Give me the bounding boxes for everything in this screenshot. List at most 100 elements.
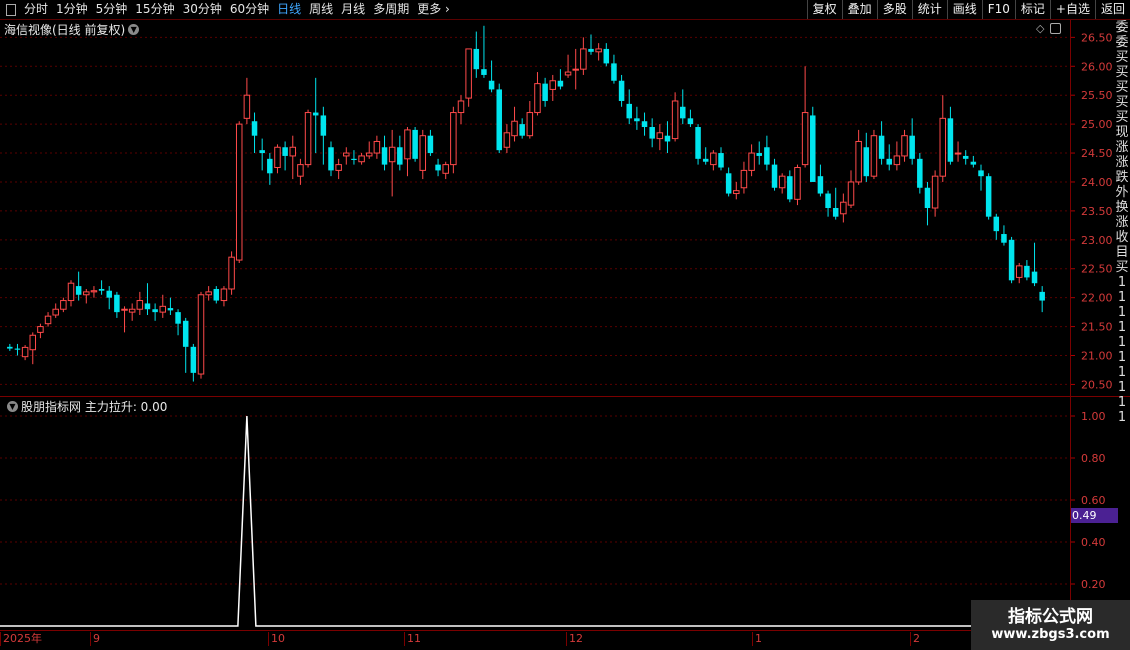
candle-body <box>855 140 862 183</box>
info-strip-char: 目 <box>1115 245 1129 260</box>
period-tabs: 分时 1分钟 5分钟 15分钟 30分钟 60分钟 日线 周线 月线 多周期 更多 › <box>0 0 454 19</box>
candle-body <box>98 288 105 291</box>
tab-period-7[interactable]: 周线 <box>305 0 337 19</box>
tab-period-1[interactable]: 1分钟 <box>52 0 92 19</box>
info-strip-char: 买 <box>1115 50 1129 65</box>
y-tick-label: 21.50 <box>1081 321 1113 334</box>
toolbar-button-5[interactable]: F10 <box>981 0 1015 19</box>
tab-period-6[interactable]: 日线 <box>273 0 305 19</box>
tab-period-2[interactable]: 5分钟 <box>92 0 132 19</box>
candle-body <box>618 80 625 101</box>
info-strip-char: 外 <box>1115 185 1129 200</box>
toolbar-button-4[interactable]: 画线 <box>946 0 982 19</box>
candle-body <box>603 48 610 64</box>
candle-body <box>519 124 525 136</box>
candle-body <box>435 164 441 171</box>
toolbar-button-8[interactable]: 返回 <box>1094 0 1130 19</box>
tab-period-3[interactable]: 15分钟 <box>131 0 178 19</box>
candle-body <box>496 89 502 151</box>
info-strip-char: 买 <box>1115 65 1129 80</box>
candle-body <box>52 308 59 316</box>
candle-body <box>419 135 427 171</box>
candle-body <box>595 48 602 53</box>
candle-body <box>756 153 762 156</box>
candle-body <box>671 100 679 140</box>
candle-body <box>962 155 969 159</box>
candle-body <box>664 135 671 142</box>
toolbar-button-1[interactable]: 叠加 <box>841 0 877 19</box>
y-tick-label: 0.60 <box>1081 494 1106 507</box>
info-strip-char: 收 <box>1115 230 1129 245</box>
y-tick-label: 25.00 <box>1081 118 1113 131</box>
y-tick-label: 1.00 <box>1081 410 1106 423</box>
date-label: 2025年 <box>0 632 42 646</box>
candle-body <box>572 68 579 71</box>
right-info-strip: 委委买买买买买现涨涨跌外换涨收目买1111111111 <box>1114 20 1130 630</box>
candle-body <box>588 48 594 52</box>
toolbar-button-2[interactable]: 多股 <box>876 0 912 19</box>
y-tick-label: 0.40 <box>1081 536 1106 549</box>
candle-body <box>1024 265 1030 278</box>
date-label: 11 <box>404 632 421 646</box>
candle-body <box>128 308 136 313</box>
toolbar-button-0[interactable]: 复权 <box>806 0 842 19</box>
candlestick-chart[interactable] <box>0 20 1070 396</box>
candle-body <box>970 161 977 165</box>
y-tick-label: 23.50 <box>1081 205 1113 218</box>
tab-period-5[interactable]: 60分钟 <box>226 0 273 19</box>
date-label: 10 <box>268 632 285 646</box>
price-axis: 26.50 26.00 25.50 25.00 24.50 24.00 23.50 23.00… <box>1071 31 1113 391</box>
tab-period-0[interactable]: 分时 <box>20 0 52 19</box>
candle-body <box>580 48 587 70</box>
candle-body <box>412 129 418 159</box>
toolbar-button-6[interactable]: 标记 <box>1014 0 1050 19</box>
candle-body <box>44 315 52 325</box>
window-icon[interactable] <box>6 3 16 16</box>
candle-body <box>778 175 786 189</box>
candle-body <box>351 158 357 160</box>
candle-body <box>488 80 495 90</box>
candle-body <box>626 103 632 119</box>
tab-period-10[interactable]: 更多 › <box>413 0 454 19</box>
candle-body <box>801 112 809 166</box>
y-tick-label: 21.00 <box>1081 350 1113 363</box>
candle-body <box>358 155 365 163</box>
candle-body <box>817 176 824 194</box>
candle-body <box>7 346 13 349</box>
candle-body <box>220 288 228 302</box>
watermark-title: 指标公式网 <box>1008 607 1093 627</box>
candle-body <box>764 147 770 165</box>
candle-body <box>136 300 144 310</box>
candle-body <box>886 158 892 165</box>
candle-body <box>213 288 220 301</box>
candle-body <box>947 118 954 162</box>
candle-body <box>21 346 29 358</box>
y-tick-label: 20.50 <box>1081 378 1113 391</box>
candle-body <box>235 123 243 261</box>
tab-period-9[interactable]: 多周期 <box>369 0 413 19</box>
info-strip-char: 1 <box>1117 350 1127 365</box>
candle-body <box>343 152 350 157</box>
toolbar-button-3[interactable]: 统计 <box>911 0 947 19</box>
candle-body <box>205 291 212 296</box>
candle-body <box>251 121 258 136</box>
candle-body <box>304 112 312 166</box>
candle-body <box>29 334 37 351</box>
candle-body <box>878 135 885 159</box>
candle-body <box>60 300 67 310</box>
indicator-chart[interactable] <box>0 397 1070 630</box>
candle-body <box>106 290 112 298</box>
toolbar-button-7[interactable]: +自选 <box>1049 0 1095 19</box>
info-strip-char: 1 <box>1117 320 1127 335</box>
y-tick-label: 26.50 <box>1081 31 1113 44</box>
candle-body <box>274 146 281 169</box>
candle-body <box>465 48 472 99</box>
candle-body <box>917 158 923 188</box>
candle-body <box>863 147 870 177</box>
tab-period-8[interactable]: 月线 <box>337 0 369 19</box>
candle-body <box>1001 234 1007 243</box>
tab-period-4[interactable]: 30分钟 <box>179 0 226 19</box>
watermark: 指标公式网 www.zbgs3.com <box>971 600 1130 650</box>
info-strip-char: 委 <box>1115 20 1129 35</box>
watermark-url: www.zbgs3.com <box>991 627 1110 642</box>
